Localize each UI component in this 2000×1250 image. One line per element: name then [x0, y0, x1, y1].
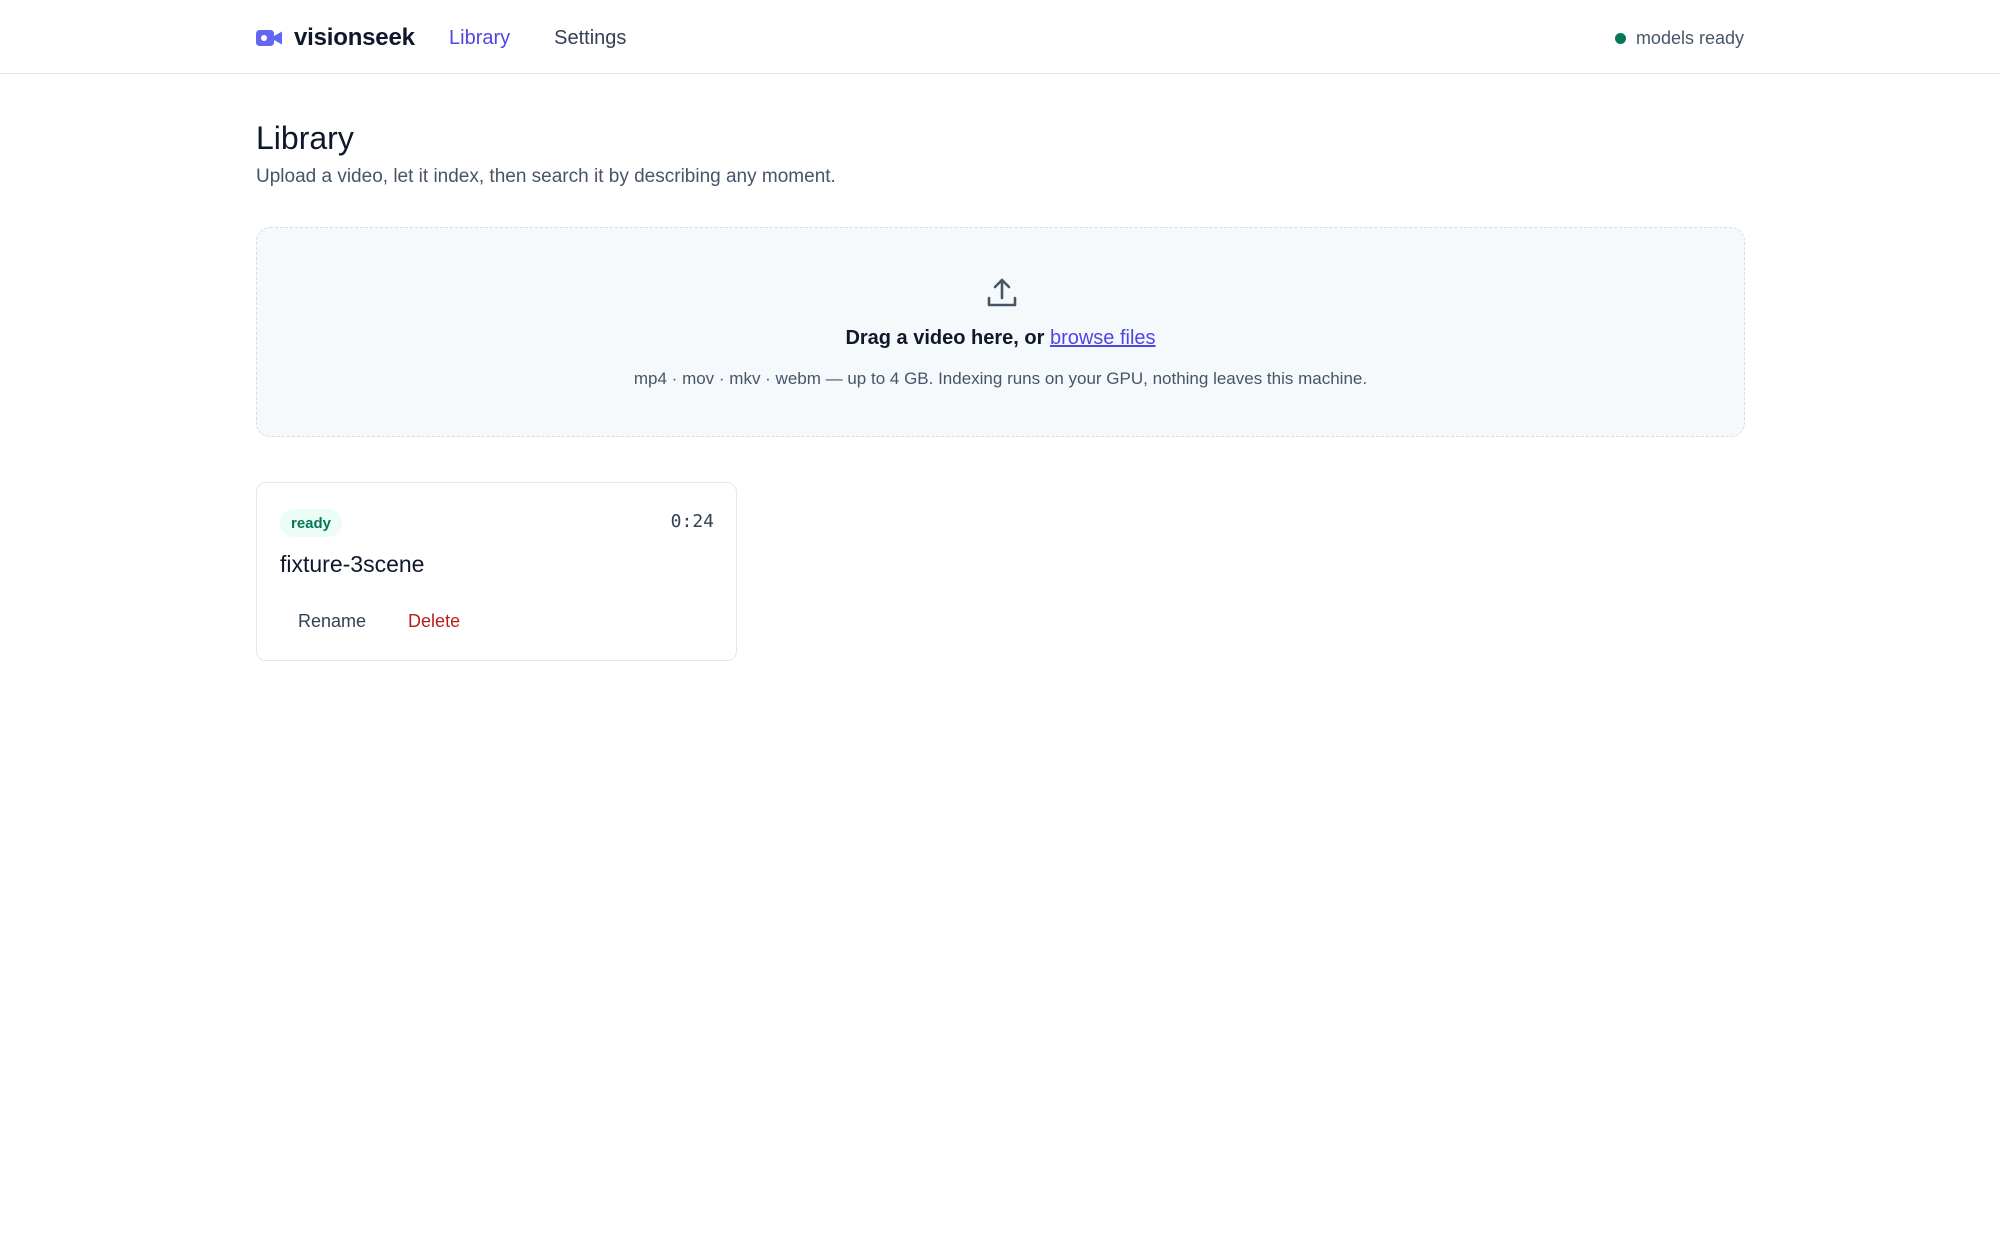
- page-subtitle: Upload a video, let it index, then searc…: [256, 166, 836, 187]
- video-title: fixture-3scene: [280, 551, 425, 577]
- dropzone-hint: mp4 · mov · mkv · webm — up to 4 GB. Ind…: [633, 369, 1368, 388]
- model-status: models ready: [1614, 22, 1744, 54]
- status-text: models ready: [1635, 27, 1744, 48]
- main-nav: Library Settings: [449, 22, 626, 54]
- top-bar: visionseek Library Settings models ready: [0, 0, 2000, 74]
- brand-logo[interactable]: visionseek: [256, 22, 415, 54]
- browse-files-link[interactable]: browse files: [1050, 327, 1156, 349]
- upload-icon: [987, 278, 1017, 307]
- status-dot-icon: [1614, 32, 1626, 44]
- video-duration: 0:24: [670, 511, 714, 532]
- status-badge: ready: [280, 509, 343, 537]
- video-camera-icon: [256, 30, 282, 46]
- page-title: Library: [256, 120, 354, 156]
- dropzone-title: Drag a video here, or browse files: [257, 327, 1744, 350]
- delete-button[interactable]: Delete: [390, 605, 478, 638]
- app-name: visionseek: [294, 24, 415, 51]
- nav-settings-link[interactable]: Settings: [554, 27, 626, 50]
- nav-library-link[interactable]: Library: [449, 27, 510, 50]
- card-actions: Rename Delete: [280, 605, 478, 638]
- rename-button[interactable]: Rename: [280, 605, 384, 638]
- upload-dropzone[interactable]: Drag a video here, or browse files mp4 ·…: [256, 227, 1745, 437]
- video-card[interactable]: ready 0:24 fixture-3scene Rename Delete: [256, 482, 737, 661]
- dropzone-title-text: Drag a video here, or: [845, 327, 1050, 349]
